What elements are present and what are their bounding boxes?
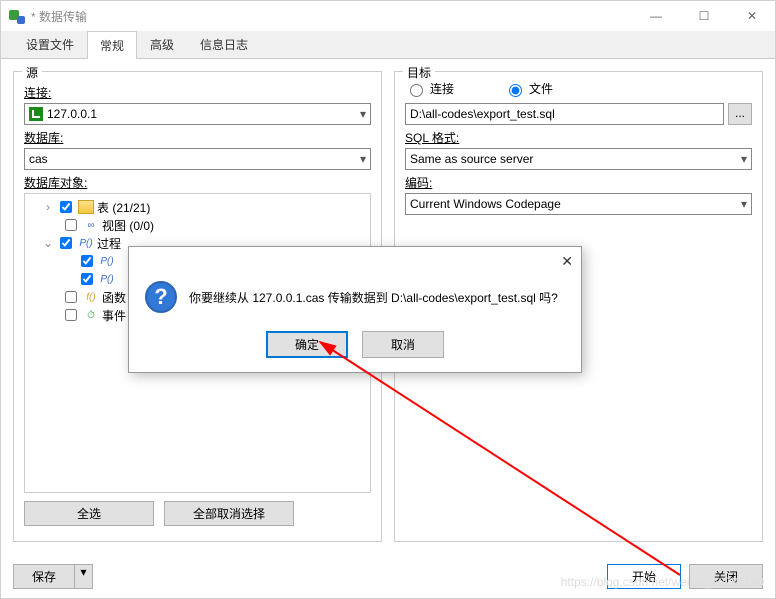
sql-format-select[interactable]: Same as source server ▾ [405,148,752,170]
dialog-titlebar: ✕ [129,247,581,275]
radio-file[interactable]: 文件 [504,80,553,97]
browse-button[interactable]: ... [728,103,752,125]
connection-icon [29,107,43,121]
app-icon [9,8,25,24]
chevron-down-icon: ▾ [360,152,366,166]
minimize-button[interactable]: — [641,9,671,23]
collapse-icon[interactable]: ⌄ [43,236,53,250]
tab-settings-file[interactable]: 设置文件 [13,30,87,58]
ok-button[interactable]: 确定 [266,331,348,358]
tree-row-views[interactable]: ∞ 视图 (0/0) [29,216,366,234]
chevron-down-icon: ▾ [741,197,747,211]
select-buttons: 全选 全部取消选择 [24,501,371,526]
save-button[interactable]: 保存 [13,564,75,589]
cancel-button[interactable]: 取消 [362,331,444,358]
views-checkbox[interactable] [65,219,77,231]
start-button[interactable]: 开始 [607,564,681,589]
encoding-value: Current Windows Codepage [410,197,741,211]
events-label: 事件 [102,307,126,324]
procs-checkbox[interactable] [60,237,72,249]
function-icon: f() [83,290,99,304]
chevron-down-icon: ▾ [360,107,366,121]
events-checkbox[interactable] [65,309,77,321]
radio-connection-input[interactable] [410,84,423,97]
save-dropdown-button[interactable]: ▾ [75,564,93,589]
funcs-label: 函数 [102,289,126,306]
funcs-checkbox[interactable] [65,291,77,303]
confirm-dialog: ✕ ? 你要继续从 127.0.0.1.cas 传输数据到 D:\all-cod… [128,246,582,373]
tab-advanced[interactable]: 高级 [137,30,187,58]
encoding-select[interactable]: Current Windows Codepage ▾ [405,193,752,215]
tree-row-tables[interactable]: › 表 (21/21) [29,198,366,216]
file-row: D:\all-codes\export_test.sql ... [405,103,752,125]
procs-label: 过程 [97,235,121,252]
tables-checkbox[interactable] [60,201,72,213]
encoding-label: 编码: [405,174,752,191]
question-icon: ? [145,281,177,313]
view-icon: ∞ [83,218,99,232]
tab-general[interactable]: 常规 [87,31,137,59]
database-label: 数据库: [24,129,371,146]
maximize-button[interactable]: ☐ [689,9,719,23]
sql-format-value: Same as source server [410,152,741,166]
close-button[interactable]: ✕ [737,9,767,23]
dialog-message: 你要继续从 127.0.0.1.cas 传输数据到 D:\all-codes\e… [189,289,558,306]
radio-file-input[interactable] [509,84,522,97]
procedure-icon: P() [99,272,115,286]
database-value: cas [29,152,360,166]
database-select[interactable]: cas ▾ [24,148,371,170]
dialog-close-button[interactable]: ✕ [561,253,573,270]
connection-value: 127.0.0.1 [47,107,360,121]
procedure-icon: P() [78,236,94,250]
footer: 保存 ▾ 开始 关闭 [1,554,775,598]
save-split-button: 保存 ▾ [13,564,93,589]
proc-item-checkbox[interactable] [81,273,93,285]
views-label: 视图 (0/0) [102,217,154,234]
tables-label: 表 (21/21) [97,199,150,216]
dialog-buttons: 确定 取消 [145,331,565,358]
objects-label: 数据库对象: [24,174,371,191]
expand-icon[interactable]: › [43,200,53,214]
connection-select[interactable]: 127.0.0.1 ▾ [24,103,371,125]
event-icon: ⏱ [83,308,99,322]
table-icon [78,200,94,214]
procedure-icon: P() [99,254,115,268]
titlebar: * 数据传输 — ☐ ✕ [1,1,775,31]
footer-right: 开始 关闭 [607,564,763,589]
target-title: 目标 [403,64,435,81]
dialog-message-row: ? 你要继续从 127.0.0.1.cas 传输数据到 D:\all-codes… [145,281,565,313]
tab-log[interactable]: 信息日志 [187,30,261,58]
proc-item-checkbox[interactable] [81,255,93,267]
radio-connection[interactable]: 连接 [405,80,454,97]
deselect-all-button[interactable]: 全部取消选择 [164,501,294,526]
tab-bar: 设置文件 常规 高级 信息日志 [1,31,775,59]
target-type-row: 连接 文件 [405,80,752,97]
sql-format-label: SQL 格式: [405,129,752,146]
dialog-body: ? 你要继续从 127.0.0.1.cas 传输数据到 D:\all-codes… [129,275,581,372]
chevron-down-icon: ▾ [741,152,747,166]
file-path-input[interactable]: D:\all-codes\export_test.sql [405,103,724,125]
window-title: * 数据传输 [31,8,641,25]
connection-label: 连接: [24,84,371,101]
window-controls: — ☐ ✕ [641,9,767,23]
select-all-button[interactable]: 全选 [24,501,154,526]
source-title: 源 [22,64,42,81]
close-button[interactable]: 关闭 [689,564,763,589]
